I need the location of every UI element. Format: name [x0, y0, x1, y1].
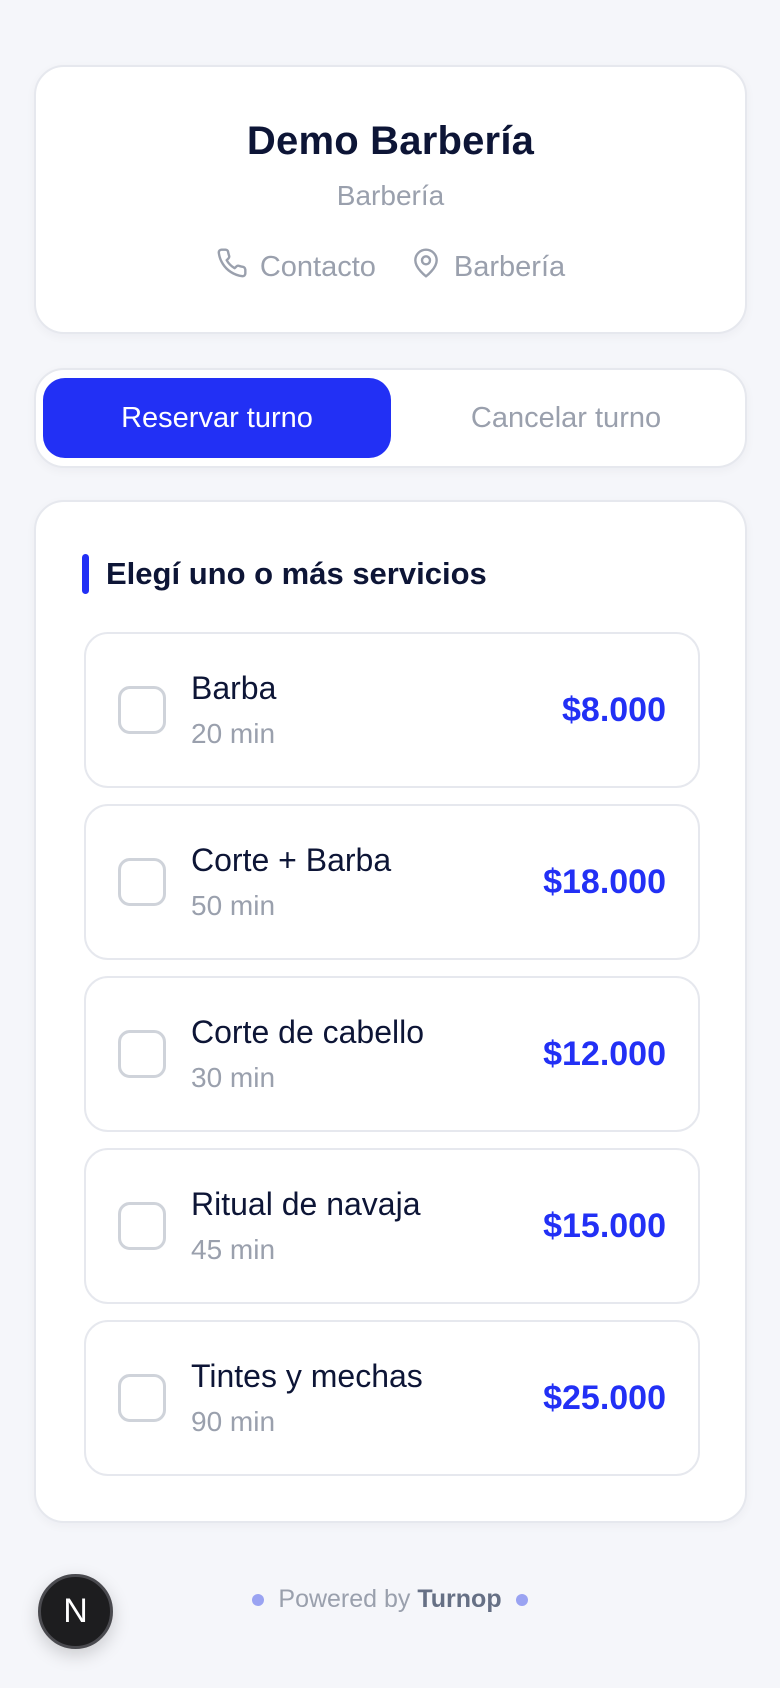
service-checkbox[interactable] — [118, 1030, 166, 1078]
services-section-header: Elegí uno o más servicios — [82, 554, 487, 594]
contact-label: Contacto — [259, 250, 376, 283]
service-item-ritual-navaja[interactable]: Ritual de navaja 45 min $15.000 — [84, 1148, 700, 1304]
service-checkbox[interactable] — [118, 1374, 166, 1422]
services-section-title: Elegí uno o más servicios — [106, 556, 487, 591]
service-item-corte-cabello[interactable]: Corte de cabello 30 min $12.000 — [84, 976, 700, 1132]
accent-bar — [82, 554, 89, 594]
service-duration: 50 min — [191, 890, 276, 921]
page: Demo Barbería Barbería Contacto Barbería… — [0, 0, 780, 1688]
service-name: Ritual de navaja — [191, 1186, 421, 1222]
business-name: Demo Barbería — [246, 119, 535, 163]
service-checkbox[interactable] — [118, 686, 166, 734]
location-link[interactable]: Barbería — [410, 247, 565, 287]
service-duration: 45 min — [191, 1234, 276, 1265]
dev-tools-badge[interactable]: N — [38, 1574, 113, 1649]
service-duration: 30 min — [191, 1062, 276, 1093]
service-item-tintes-mechas[interactable]: Tintes y mechas 90 min $25.000 — [84, 1320, 700, 1476]
service-item-barba[interactable]: Barba 20 min $8.000 — [84, 632, 700, 788]
business-header-card: Demo Barbería Barbería Contacto Barbería — [34, 65, 747, 334]
service-checkbox[interactable] — [118, 858, 166, 906]
booking-tabs: Reservar turno Cancelar turno — [34, 368, 747, 468]
service-price: $12.000 — [543, 1035, 666, 1073]
business-meta-row: Contacto Barbería — [36, 247, 745, 287]
services-card: Elegí uno o más servicios Barba 20 min $… — [34, 500, 747, 1523]
service-price: $25.000 — [543, 1379, 666, 1417]
footer-dot-icon — [252, 1593, 265, 1606]
service-price: $18.000 — [543, 863, 666, 901]
location-label: Barbería — [453, 250, 566, 283]
footer-dot-icon — [515, 1593, 528, 1606]
map-pin-icon — [410, 247, 442, 287]
service-name: Barba — [191, 670, 277, 706]
service-checkbox[interactable] — [118, 1202, 166, 1250]
service-price: $8.000 — [562, 691, 666, 729]
service-name: Corte + Barba — [191, 842, 392, 878]
service-price: $15.000 — [543, 1207, 666, 1245]
footer-prefix: Powered by — [278, 1585, 411, 1613]
tab-cancel[interactable]: Cancelar turno — [392, 378, 740, 458]
n-logo-icon: N — [63, 1592, 88, 1630]
powered-by-footer: Powered by Turnop — [0, 1585, 780, 1614]
service-item-corte-barba[interactable]: Corte + Barba 50 min $18.000 — [84, 804, 700, 960]
service-duration: 20 min — [191, 718, 276, 749]
contact-link[interactable]: Contacto — [216, 247, 376, 287]
service-duration: 90 min — [191, 1406, 276, 1437]
footer-brand-link[interactable]: Turnop — [417, 1585, 501, 1613]
footer-text: Powered by Turnop — [278, 1585, 501, 1614]
service-name: Corte de cabello — [191, 1014, 425, 1050]
phone-icon — [216, 247, 248, 287]
business-category: Barbería — [336, 180, 445, 211]
service-name: Tintes y mechas — [191, 1358, 423, 1394]
tab-book[interactable]: Reservar turno — [43, 378, 391, 458]
